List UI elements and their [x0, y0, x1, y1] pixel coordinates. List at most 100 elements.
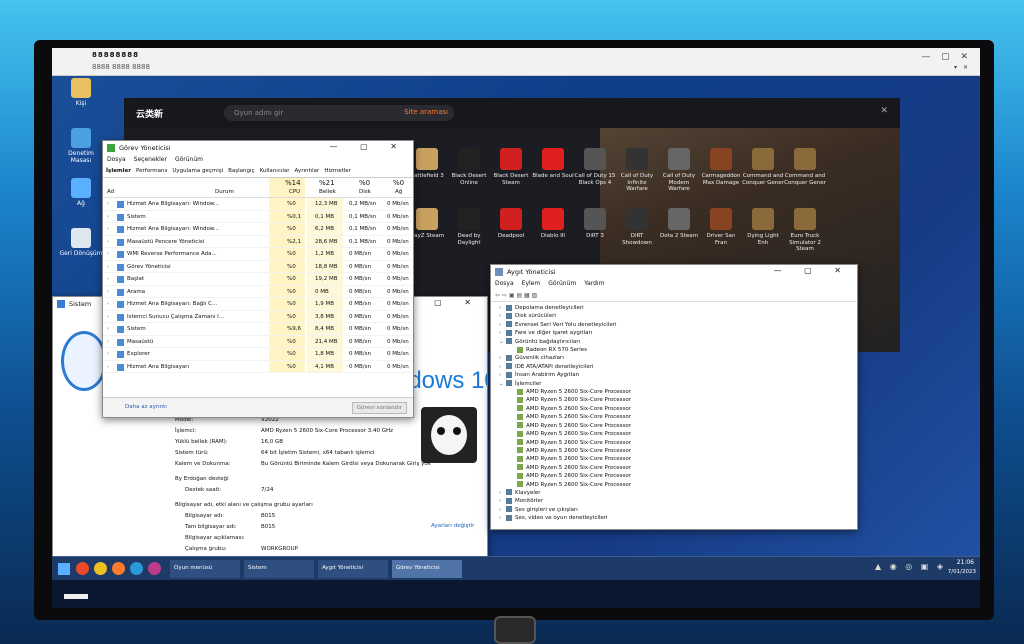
- tree-expander-icon[interactable]: ›: [499, 354, 506, 362]
- game-tile[interactable]: DiRT 3: [574, 208, 616, 240]
- game-tile[interactable]: Carmageddon Max Damage: [700, 148, 742, 186]
- tree-node[interactable]: › İnsan Arabirim Aygıtları: [495, 371, 853, 379]
- menu-item[interactable]: Seçenekler: [134, 156, 167, 163]
- game-tile[interactable]: Black Desert Online: [448, 148, 490, 186]
- game-tile[interactable]: Dying Light Enh: [742, 208, 784, 246]
- process-row[interactable]: › WMI Reverse Performance Ada... %0 1,2 MB 0…: [103, 248, 413, 261]
- tree-expander-icon[interactable]: ›: [499, 363, 506, 371]
- tree-node[interactable]: › IDE ATA/ATAPI denetleyicileri: [495, 363, 853, 371]
- tree-node[interactable]: AMD Ryzen 5 2600 Six-Core Processor: [495, 388, 853, 396]
- game-tile[interactable]: Blade and Soul: [532, 148, 574, 180]
- game-search-input[interactable]: Oyun adını gir Site araması: [224, 105, 454, 121]
- tree-node[interactable]: AMD Ryzen 5 2600 Six-Core Processor: [495, 447, 853, 455]
- col-cpu[interactable]: CPU: [289, 189, 300, 195]
- settings-icon[interactable]: [148, 562, 161, 575]
- process-row[interactable]: › Masaüstü %0 21,4 MB 0 MB/sn 0 Mb/sn: [103, 335, 413, 348]
- game-tile[interactable]: Call of Duty Modern Warfare: [658, 148, 700, 193]
- game-tile[interactable]: Driver San Fran: [700, 208, 742, 246]
- expand-chevron-icon[interactable]: ›: [107, 314, 109, 320]
- device-manager-controls[interactable]: — ▢ ✕: [774, 266, 851, 275]
- tree-expander-icon[interactable]: ›: [499, 514, 506, 522]
- fewer-details-link[interactable]: Daha az ayrıntı: [125, 404, 167, 410]
- firefox-icon[interactable]: [112, 562, 125, 575]
- tree-expander-icon[interactable]: ›: [499, 497, 506, 505]
- expand-chevron-icon[interactable]: ›: [107, 214, 109, 220]
- tree-node[interactable]: › Ses, video ve oyun denetleyicileri: [495, 514, 853, 522]
- menu-item[interactable]: Dosya: [495, 280, 514, 287]
- game-tile[interactable]: Dead by Daylight: [448, 208, 490, 246]
- process-row[interactable]: › Başlat %0 19,2 MB 0 MB/sn 0 Mb/sn: [103, 273, 413, 286]
- process-row[interactable]: › Hizmet Ana Bilgisayarı %0 4,1 MB 0 MB/sn 0 …: [103, 360, 413, 373]
- tab-6[interactable]: Hizmetler: [324, 168, 351, 174]
- chrome-icon[interactable]: [94, 562, 107, 575]
- tree-node[interactable]: Radeon RX 570 Series: [495, 346, 853, 354]
- task-manager-controls[interactable]: — ▢ ✕: [330, 142, 407, 151]
- tree-node[interactable]: AMD Ryzen 5 2600 Six-Core Processor: [495, 464, 853, 472]
- tree-node[interactable]: AMD Ryzen 5 2600 Six-Core Processor: [495, 472, 853, 480]
- tree-expander-icon[interactable]: ›: [499, 321, 506, 329]
- process-row[interactable]: › Hizmet Ana Bilgisayarı: Window... %0 6,2 …: [103, 223, 413, 236]
- tree-expander-icon[interactable]: ›: [499, 304, 506, 312]
- desktop-icon[interactable]: Geri Dönüşüm: [58, 228, 104, 257]
- desktop-icon[interactable]: Denetim Masası: [58, 128, 104, 164]
- tree-expander-icon[interactable]: ›: [499, 489, 506, 497]
- expand-chevron-icon[interactable]: ›: [107, 351, 109, 357]
- tab-4[interactable]: Kullanıcılar: [260, 168, 290, 174]
- tree-node[interactable]: AMD Ryzen 5 2600 Six-Core Processor: [495, 413, 853, 421]
- game-tile[interactable]: Diablo III: [532, 208, 574, 240]
- clock-time[interactable]: 21:06: [957, 559, 974, 566]
- process-row[interactable]: › Masaüstü Pencere Yöneticisi %2,1 28,6 MB 0…: [103, 235, 413, 248]
- local-start-icon[interactable]: [64, 594, 88, 599]
- menu-item[interactable]: Dosya: [107, 156, 126, 163]
- expand-chevron-icon[interactable]: ›: [107, 326, 109, 332]
- tree-node[interactable]: AMD Ryzen 5 2600 Six-Core Processor: [495, 405, 853, 413]
- tree-node[interactable]: › Fare ve diğer işaret aygıtları: [495, 329, 853, 337]
- expand-chevron-icon[interactable]: ›: [107, 226, 109, 232]
- tab-3[interactable]: Başlangıç: [228, 168, 254, 174]
- game-tile[interactable]: Command and Conquer Gener: [742, 148, 784, 186]
- expand-chevron-icon[interactable]: ›: [107, 276, 109, 282]
- site-search-button[interactable]: Site araması: [404, 108, 448, 116]
- tree-node[interactable]: AMD Ryzen 5 2600 Six-Core Processor: [495, 396, 853, 404]
- remote-sub-controls[interactable]: ▾ ✕: [954, 64, 970, 71]
- game-tile[interactable]: Command and Conquer Gener: [784, 148, 826, 186]
- expand-chevron-icon[interactable]: ›: [107, 289, 109, 295]
- tree-node[interactable]: › Depolama denetleyicileri: [495, 304, 853, 312]
- process-row[interactable]: › Hizmet Ana Bilgisayarı: Window... %0 12,3…: [103, 198, 413, 211]
- tree-expander-icon[interactable]: ›: [499, 312, 506, 320]
- tree-node[interactable]: AMD Ryzen 5 2600 Six-Core Processor: [495, 422, 853, 430]
- taskbar-button[interactable]: Görev Yöneticisi: [392, 560, 462, 578]
- game-tile[interactable]: Call of Duty 15 Black Ops 4: [574, 148, 616, 186]
- menu-item[interactable]: Görünüm: [175, 156, 203, 163]
- expand-chevron-icon[interactable]: ›: [107, 239, 109, 245]
- col-mem[interactable]: Bellek: [319, 189, 336, 195]
- process-row[interactable]: › Sistem %0,1 0,1 MB 0,1 MB/sn 0 Mb/sn: [103, 210, 413, 223]
- game-tile[interactable]: Black Desert Steam: [490, 148, 532, 186]
- taskbar-button[interactable]: Aygıt Yöneticisi: [318, 560, 388, 578]
- tree-node[interactable]: › Disk sürücüleri: [495, 312, 853, 320]
- process-row[interactable]: › Explorer %0 1,8 MB 0 MB/sn 0 Mb/sn: [103, 348, 413, 361]
- edge-icon[interactable]: [130, 562, 143, 575]
- tree-node[interactable]: AMD Ryzen 5 2600 Six-Core Processor: [495, 430, 853, 438]
- tree-node[interactable]: › Güvenlik cihazları: [495, 354, 853, 362]
- col-name[interactable]: Ad: [107, 189, 114, 195]
- expand-chevron-icon[interactable]: ›: [107, 364, 109, 370]
- game-tile[interactable]: Call of Duty Infinite Warfare: [616, 148, 658, 193]
- tree-node[interactable]: AMD Ryzen 5 2600 Six-Core Processor: [495, 439, 853, 447]
- tree-expander-icon[interactable]: ⌄: [499, 380, 506, 388]
- expand-chevron-icon[interactable]: ›: [107, 264, 109, 270]
- desktop-icon[interactable]: Kişi: [58, 78, 104, 107]
- expand-chevron-icon[interactable]: ›: [107, 251, 109, 257]
- game-tile[interactable]: DiRT Showdown: [616, 208, 658, 246]
- tree-node[interactable]: › Ses girişleri ve çıkışları: [495, 506, 853, 514]
- tree-node[interactable]: ⌄ Görüntü bağdaştırıcıları: [495, 338, 853, 346]
- tab-0[interactable]: İşlemler: [106, 168, 131, 174]
- clock-date[interactable]: 7/01/2023: [948, 569, 976, 575]
- expand-chevron-icon[interactable]: ›: [107, 201, 109, 207]
- start-button[interactable]: [58, 563, 70, 575]
- taskbar-button[interactable]: Sistem: [244, 560, 314, 578]
- tree-expander-icon[interactable]: ⌄: [499, 338, 506, 346]
- expand-chevron-icon[interactable]: ›: [107, 301, 109, 307]
- game-tile[interactable]: Euro Truck Simulator 2 Steam: [784, 208, 826, 253]
- change-settings-link[interactable]: Ayarları değiştir: [431, 523, 474, 529]
